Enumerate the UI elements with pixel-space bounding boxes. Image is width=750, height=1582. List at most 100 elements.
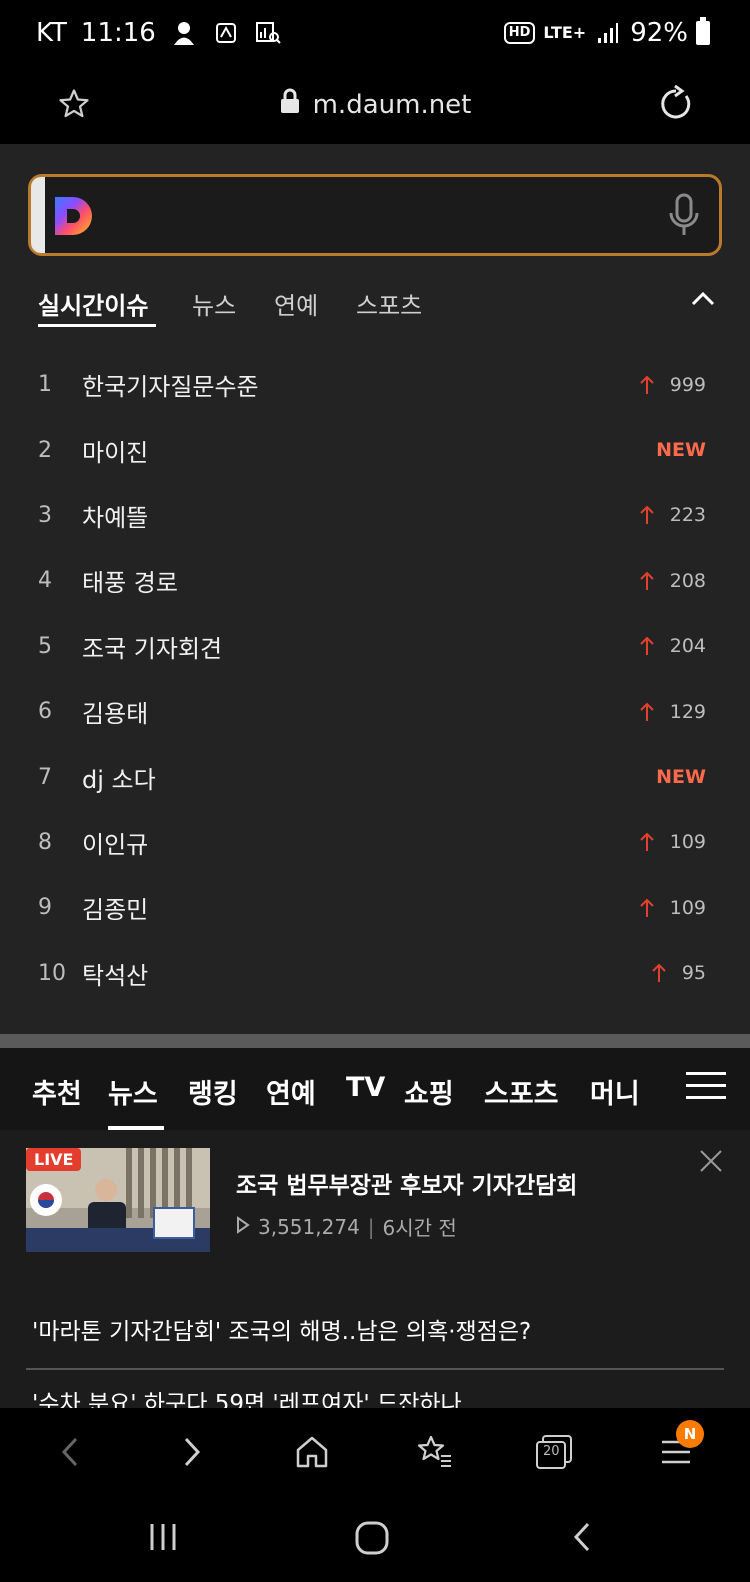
issue-term[interactable]: 한국기자질문수준: [82, 367, 259, 402]
change-value: 109: [669, 831, 706, 854]
issue-term[interactable]: 김용태: [82, 694, 148, 729]
system-back-icon[interactable]: [568, 1520, 594, 1558]
issue-term[interactable]: 이인규: [82, 825, 148, 860]
battery-percent: 92%: [630, 18, 688, 48]
reload-icon[interactable]: [656, 84, 696, 128]
issue-rank: 6: [38, 699, 52, 725]
change-value: 109: [669, 896, 706, 919]
new-label: NEW: [656, 766, 706, 789]
notification-person-icon: [170, 19, 198, 47]
microphone-icon[interactable]: [667, 193, 701, 241]
url-bar: m.daum.net: [0, 70, 750, 144]
issue-row[interactable]: 5 조국 기자회견 204: [0, 614, 750, 679]
headline-link[interactable]: '마라톤 기자간담회' 조국의 해명..남은 의혹·쟁점은?: [32, 1312, 531, 1346]
change-value: 999: [669, 373, 706, 396]
back-icon[interactable]: [50, 1432, 90, 1472]
tabs-icon[interactable]: 20: [534, 1432, 574, 1472]
battery-icon: [696, 17, 710, 45]
issue-rank: 2: [38, 437, 52, 463]
change-value: 129: [669, 700, 706, 723]
play-icon: [236, 1215, 250, 1239]
view-count: 3,551,274: [258, 1214, 360, 1239]
arrow-up-icon: [640, 833, 654, 852]
close-icon[interactable]: [698, 1148, 724, 1178]
issue-row[interactable]: 9 김종민 109: [0, 875, 750, 940]
menu-icon[interactable]: [686, 1072, 726, 1108]
issue-rank: 7: [38, 764, 52, 790]
page-content: 실시간이슈 뉴스 연예 스포츠 1 한국기자질문수준 999 2 마이진 NEW 3 차예뜰 2…: [0, 144, 750, 1034]
live-meta: 3,551,274 | 6시간 전: [236, 1212, 457, 1241]
issue-row[interactable]: 7 dj 소다 NEW: [0, 744, 750, 809]
nav-sports[interactable]: 스포츠: [484, 1072, 559, 1111]
tab-sports[interactable]: 스포츠: [356, 286, 422, 321]
nav-news[interactable]: 뉴스: [108, 1072, 158, 1111]
new-badge: NEW: [656, 766, 706, 788]
meta-separator: |: [367, 1214, 375, 1239]
rank-change: 204: [640, 635, 706, 657]
issue-term[interactable]: 조국 기자회견: [82, 629, 222, 664]
active-tab-indicator: [38, 324, 156, 327]
arrow-up-icon: [640, 636, 654, 656]
arrow-up-icon: [640, 375, 654, 394]
nav-entertainment[interactable]: 연예: [266, 1072, 316, 1111]
issue-term[interactable]: 탁석산: [82, 956, 148, 991]
main-category-nav: 추천 뉴스 랭킹 연예 TV 쇼핑 스포츠 머니: [0, 1048, 750, 1130]
headline-divider: [26, 1368, 724, 1370]
issue-row[interactable]: 4 태풍 경로 208: [0, 548, 750, 613]
tab-entertainment[interactable]: 연예: [274, 286, 318, 321]
issue-row[interactable]: 1 한국기자질문수준 999: [0, 352, 750, 417]
new-badge: NEW: [656, 439, 706, 461]
nav-shopping[interactable]: 쇼핑: [404, 1072, 454, 1111]
rank-change: 999: [640, 374, 706, 396]
issue-rank: 9: [38, 895, 52, 921]
nav-tv[interactable]: TV: [346, 1072, 385, 1103]
arrow-up-icon: [640, 898, 654, 917]
issue-row[interactable]: 10 탁석산 95: [0, 941, 750, 1006]
issue-term[interactable]: 차예뜰: [82, 498, 148, 533]
arrow-up-icon: [640, 702, 654, 721]
issue-row[interactable]: 6 김용태 129: [0, 679, 750, 744]
tabs-count: 20: [543, 1444, 560, 1459]
home-button-icon[interactable]: [354, 1520, 390, 1560]
daum-logo-icon: [51, 193, 97, 243]
change-value: 204: [669, 635, 706, 658]
issue-row[interactable]: 2 마이진 NEW: [0, 417, 750, 482]
status-left: KT 11:16: [36, 18, 282, 48]
rank-change: 208: [640, 570, 706, 592]
status-bar: KT 11:16 HD LTE+ 92%: [0, 0, 750, 70]
home-icon[interactable]: [292, 1432, 332, 1472]
live-video-thumbnail[interactable]: LIVE: [26, 1148, 210, 1252]
address-field[interactable]: m.daum.net: [0, 88, 750, 121]
issue-term[interactable]: dj 소다: [82, 760, 156, 795]
realtime-issue-list: 1 한국기자질문수준 999 2 마이진 NEW 3 차예뜰 223 4 태풍 경로 208 5 조국 기…: [0, 352, 750, 1006]
issue-row[interactable]: 3 차예뜰 223: [0, 483, 750, 548]
change-value: 208: [669, 569, 706, 592]
tab-realtime-issue[interactable]: 실시간이슈: [38, 286, 148, 321]
tab-news[interactable]: 뉴스: [192, 286, 236, 321]
arrow-up-icon: [640, 571, 654, 590]
issue-term[interactable]: 마이진: [82, 433, 148, 468]
nav-ranking[interactable]: 랭킹: [188, 1072, 238, 1111]
search-input[interactable]: [28, 174, 722, 256]
issue-row[interactable]: 8 이인규 109: [0, 810, 750, 875]
issue-tabs: 실시간이슈 뉴스 연예 스포츠: [38, 280, 718, 330]
arrow-up-icon: [652, 963, 666, 983]
issue-term[interactable]: 김종민: [82, 890, 148, 925]
news-section: LIVE 조국 법무부장관 후보자 기자간담회 3,551,274 | 6시간 …: [0, 1130, 750, 1408]
notification-badge: N: [676, 1420, 704, 1448]
signal-icon: [594, 19, 622, 47]
browser-menu-icon[interactable]: N: [656, 1420, 704, 1472]
live-title[interactable]: 조국 법무부장관 후보자 기자간담회: [236, 1166, 577, 1200]
nav-money[interactable]: 머니: [590, 1072, 640, 1111]
chevron-up-icon[interactable]: [688, 284, 718, 318]
headline-link[interactable]: '수차 분요' 하구다 59면 '레프여자' 드잔하나: [32, 1384, 462, 1408]
lock-icon: [279, 88, 301, 121]
lte-indicator: LTE+: [543, 23, 587, 42]
nav-recommend[interactable]: 추천: [32, 1072, 82, 1111]
rank-change: 109: [640, 897, 706, 919]
forward-icon[interactable]: [172, 1432, 212, 1472]
browser-toolbar: 20 N: [0, 1408, 750, 1500]
recent-apps-icon[interactable]: [146, 1520, 180, 1558]
bookmarks-icon[interactable]: [414, 1432, 454, 1472]
issue-term[interactable]: 태풍 경로: [82, 563, 178, 598]
